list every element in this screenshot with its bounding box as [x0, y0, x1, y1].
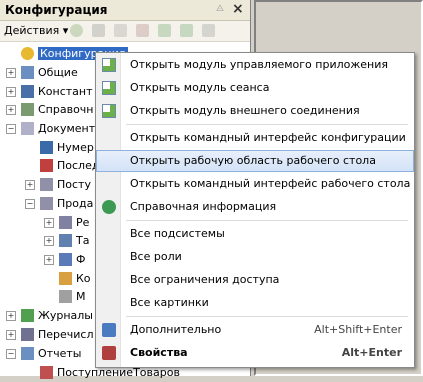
tree-item-label: Отчеты [38, 347, 82, 360]
tree-item-label: Послед [57, 159, 100, 172]
module-icon [102, 104, 116, 118]
menu-separator [126, 124, 408, 125]
tree-item-label: Журналы [38, 309, 93, 322]
menu-item[interactable]: Справочная информация [96, 196, 414, 218]
layout-icon [59, 290, 72, 303]
document-icon [40, 197, 53, 210]
menu-item[interactable]: Открыть рабочую область рабочего стола [96, 150, 414, 172]
properties-icon [102, 346, 116, 360]
panel-toolbar: Действия ▾ [0, 21, 250, 42]
module-icon [102, 81, 116, 95]
sequence-icon [40, 159, 53, 172]
command-icon [59, 272, 72, 285]
move-down-icon[interactable] [180, 24, 193, 37]
menu-item-label: Открыть модуль сеанса [130, 81, 270, 94]
tree-item-label: Нумер [57, 141, 94, 154]
tree-item-label: Ф [76, 253, 86, 266]
panel-titlebar: Конфигурация ⨺ × [0, 0, 250, 21]
enum-icon [21, 328, 34, 341]
sort-icon[interactable] [202, 24, 215, 37]
menu-item-label: Открыть рабочую область рабочего стола [130, 154, 376, 167]
delete-icon[interactable] [136, 24, 149, 37]
menu-item-label: Открыть модуль управляемого приложения [130, 58, 388, 71]
config-icon [21, 47, 34, 60]
collapse-icon[interactable]: − [25, 199, 35, 209]
tree-item-label: Перечисл [38, 328, 94, 341]
menu-item[interactable]: Открыть командный интерфейс конфигурации [96, 127, 414, 149]
constants-icon [21, 85, 34, 98]
menu-item-label: Открыть командный интерфейс конфигурации [130, 131, 406, 144]
menu-item-label: Все подсистемы [130, 227, 225, 240]
table-icon [59, 234, 72, 247]
menu-item-shortcut: Alt+Shift+Enter [314, 323, 402, 336]
panel-title: Конфигурация [5, 3, 108, 17]
tree-item-label: Ре [76, 216, 90, 229]
copy-icon[interactable] [114, 24, 127, 37]
form-icon [59, 253, 72, 266]
help-icon [102, 200, 116, 214]
menu-item[interactable]: Дополнительно Alt+Shift+Enter [96, 319, 414, 341]
collapse-icon[interactable]: − [6, 124, 16, 134]
tree-item-label: Ко [76, 272, 91, 285]
expand-icon[interactable]: + [44, 255, 54, 265]
expand-icon[interactable]: + [6, 311, 16, 321]
expand-icon[interactable]: + [44, 236, 54, 246]
expand-icon[interactable]: + [6, 330, 16, 340]
move-up-icon[interactable] [158, 24, 171, 37]
tree-item-label: М [76, 290, 86, 303]
advanced-icon [102, 323, 116, 337]
add-icon[interactable] [70, 24, 83, 37]
menu-item[interactable]: Все подсистемы [96, 223, 414, 245]
expand-icon[interactable]: + [6, 87, 16, 97]
journal-icon [21, 309, 34, 322]
menu-item[interactable]: Открыть модуль управляемого приложения [96, 54, 414, 76]
menu-item[interactable]: Свойства Alt+Enter [96, 342, 414, 364]
menu-item-label: Справочная информация [130, 200, 277, 213]
tree-item-label: Общие [38, 66, 78, 79]
context-menu: Открыть модуль управляемого приложения От… [95, 52, 415, 368]
menu-item-label: Открыть командный интерфейс рабочего сто… [130, 177, 411, 190]
catalogs-icon [21, 103, 34, 116]
menu-item-label: Свойства [130, 346, 188, 359]
attribute-icon [59, 216, 72, 229]
menu-item-shortcut: Alt+Enter [341, 346, 402, 359]
menu-item[interactable]: Открыть командный интерфейс рабочего сто… [96, 173, 414, 195]
tree-item-label: Документ [38, 122, 96, 135]
tree-item-label: Посту [57, 178, 91, 191]
module-icon [102, 58, 116, 72]
actions-menu-button[interactable]: Действия ▾ [4, 24, 68, 37]
menu-item[interactable]: Все роли [96, 246, 414, 268]
documents-icon [21, 122, 34, 135]
menu-separator [126, 220, 408, 221]
menu-item[interactable]: Все ограничения доступа [96, 269, 414, 291]
menu-item-label: Дополнительно [130, 323, 222, 336]
menu-item[interactable]: Открыть модуль внешнего соединения [96, 100, 414, 122]
menu-item-label: Все картинки [130, 296, 209, 309]
common-icon [21, 66, 34, 79]
menu-item-label: Открыть модуль внешнего соединения [130, 104, 360, 117]
expand-icon[interactable]: + [25, 180, 35, 190]
menu-item[interactable]: Открыть модуль сеанса [96, 77, 414, 99]
collapse-icon[interactable]: − [6, 349, 16, 359]
expand-icon[interactable]: + [6, 105, 16, 115]
tree-item-label: Та [76, 234, 90, 247]
menu-item[interactable]: Все картинки [96, 292, 414, 314]
close-icon[interactable]: × [232, 1, 244, 17]
tree-item-label: Констант [38, 85, 93, 98]
menu-item-label: Все ограничения доступа [130, 273, 280, 286]
numerator-icon [40, 141, 53, 154]
reports-icon [21, 347, 34, 360]
menu-separator [126, 316, 408, 317]
menu-item-label: Все роли [130, 250, 182, 263]
pin-icon[interactable]: ⨺ [216, 4, 225, 15]
expand-icon[interactable]: + [6, 68, 16, 78]
document-icon [40, 178, 53, 191]
expand-icon[interactable]: + [44, 218, 54, 228]
report-icon [40, 366, 53, 379]
edit-icon[interactable] [92, 24, 105, 37]
tree-item-label: Прода [57, 197, 94, 210]
tree-item-label: Справочн [38, 103, 94, 116]
